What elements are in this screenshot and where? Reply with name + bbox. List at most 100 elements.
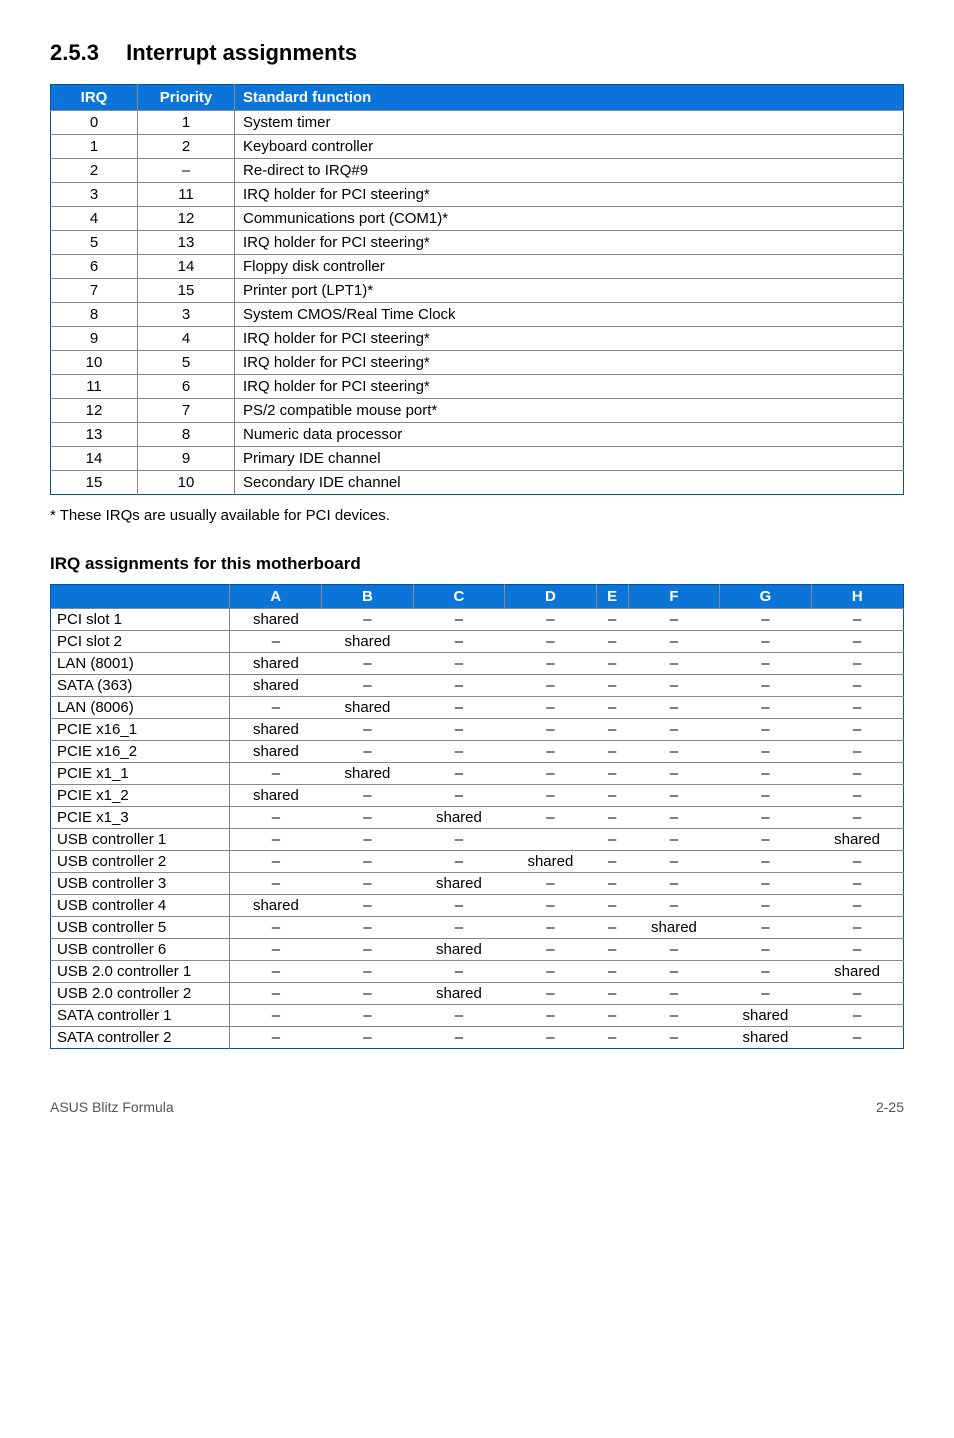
assign-header-col: A xyxy=(230,585,322,609)
assign-row-label: USB controller 4 xyxy=(51,895,230,917)
assign-cell: – xyxy=(413,609,504,631)
assign-cell: – xyxy=(505,895,596,917)
assign-cell: – xyxy=(230,807,322,829)
footer-left: ASUS Blitz Formula xyxy=(50,1099,174,1115)
priority-cell: 8 xyxy=(138,423,235,447)
irq-header-priority: Priority xyxy=(138,85,235,111)
assign-cell: – xyxy=(811,873,903,895)
assign-cell: – xyxy=(322,675,413,697)
assign-cell: – xyxy=(720,631,811,653)
table-row: PCI slot 1shared––––––– xyxy=(51,609,904,631)
section-number: 2.5.3 xyxy=(50,40,120,66)
assign-row-label: USB controller 5 xyxy=(51,917,230,939)
assign-cell: – xyxy=(628,895,719,917)
assign-cell: – xyxy=(230,631,322,653)
priority-cell: – xyxy=(138,159,235,183)
assign-cell: – xyxy=(811,983,903,1005)
assign-cell: shared xyxy=(230,653,322,675)
assign-cell: – xyxy=(628,1027,719,1049)
assign-cell: – xyxy=(596,873,628,895)
priority-cell: 10 xyxy=(138,471,235,495)
assign-cell: – xyxy=(811,653,903,675)
assign-cell: – xyxy=(720,807,811,829)
table-row: USB controller 2–––shared–––– xyxy=(51,851,904,873)
table-row: 412Communications port (COM1)* xyxy=(51,207,904,231)
assign-cell: – xyxy=(322,895,413,917)
assign-cell: – xyxy=(811,939,903,961)
assign-cell: – xyxy=(230,829,322,851)
assign-cell: – xyxy=(230,961,322,983)
assign-cell: shared xyxy=(413,807,504,829)
assign-cell: – xyxy=(811,741,903,763)
table-row: PCIE x16_2shared––––––– xyxy=(51,741,904,763)
table-row: USB controller 1––––––shared xyxy=(51,829,904,851)
assign-cell: – xyxy=(230,1005,322,1027)
table-row: 01System timer xyxy=(51,111,904,135)
irq-header-irq: IRQ xyxy=(51,85,138,111)
priority-cell: 4 xyxy=(138,327,235,351)
assign-cell: – xyxy=(596,763,628,785)
assign-cell: shared xyxy=(322,631,413,653)
irq-cell: 15 xyxy=(51,471,138,495)
assign-cell: – xyxy=(230,763,322,785)
assign-cell: – xyxy=(505,917,596,939)
assign-cell: shared xyxy=(720,1027,811,1049)
assign-cell: shared xyxy=(628,917,719,939)
table-row: USB 2.0 controller 1–––––––shared xyxy=(51,961,904,983)
assign-cell: – xyxy=(811,1027,903,1049)
assign-cell: – xyxy=(596,939,628,961)
irq-cell: 0 xyxy=(51,111,138,135)
assign-cell: shared xyxy=(322,763,413,785)
function-cell: Communications port (COM1)* xyxy=(235,207,904,231)
assign-cell xyxy=(505,829,596,851)
assign-cell: – xyxy=(413,697,504,719)
assign-cell: – xyxy=(505,961,596,983)
assign-cell: shared xyxy=(811,961,903,983)
assign-cell: – xyxy=(322,1005,413,1027)
assign-cell: – xyxy=(413,917,504,939)
function-cell: IRQ holder for PCI steering* xyxy=(235,231,904,255)
assign-row-label: SATA (363) xyxy=(51,675,230,697)
irq-cell: 11 xyxy=(51,375,138,399)
assign-cell: – xyxy=(628,873,719,895)
function-cell: Re-direct to IRQ#9 xyxy=(235,159,904,183)
function-cell: Primary IDE channel xyxy=(235,447,904,471)
assign-cell: – xyxy=(322,807,413,829)
assign-row-label: LAN (8001) xyxy=(51,653,230,675)
assign-cell: – xyxy=(628,741,719,763)
table-row: PCIE x16_1shared––––––– xyxy=(51,719,904,741)
assign-cell: – xyxy=(505,697,596,719)
assign-row-label: PCIE x16_2 xyxy=(51,741,230,763)
table-row: SATA controller 1––––––shared– xyxy=(51,1005,904,1027)
assign-cell: – xyxy=(596,1005,628,1027)
assign-cell: – xyxy=(628,939,719,961)
assign-cell: – xyxy=(628,851,719,873)
subheading: IRQ assignments for this motherboard xyxy=(50,554,904,574)
table-row: USB controller 5–––––shared–– xyxy=(51,917,904,939)
assign-cell: shared xyxy=(230,741,322,763)
assign-cell: – xyxy=(628,807,719,829)
assign-cell: – xyxy=(322,785,413,807)
priority-cell: 9 xyxy=(138,447,235,471)
assign-cell: – xyxy=(596,961,628,983)
table-row: PCIE x1_2shared––––––– xyxy=(51,785,904,807)
assign-cell: shared xyxy=(322,697,413,719)
assign-cell: – xyxy=(596,807,628,829)
assign-row-label: USB controller 1 xyxy=(51,829,230,851)
assign-cell: – xyxy=(322,939,413,961)
table-row: 116IRQ holder for PCI steering* xyxy=(51,375,904,399)
assign-cell: – xyxy=(720,785,811,807)
assign-cell: – xyxy=(230,983,322,1005)
assign-cell: – xyxy=(720,675,811,697)
assign-header-col: E xyxy=(596,585,628,609)
priority-cell: 7 xyxy=(138,399,235,423)
assign-cell: – xyxy=(596,895,628,917)
irq-cell: 4 xyxy=(51,207,138,231)
function-cell: System CMOS/Real Time Clock xyxy=(235,303,904,327)
assign-cell: – xyxy=(413,961,504,983)
assign-cell: – xyxy=(596,851,628,873)
assign-cell: – xyxy=(628,829,719,851)
function-cell: Floppy disk controller xyxy=(235,255,904,279)
priority-cell: 1 xyxy=(138,111,235,135)
table-row: 149Primary IDE channel xyxy=(51,447,904,471)
